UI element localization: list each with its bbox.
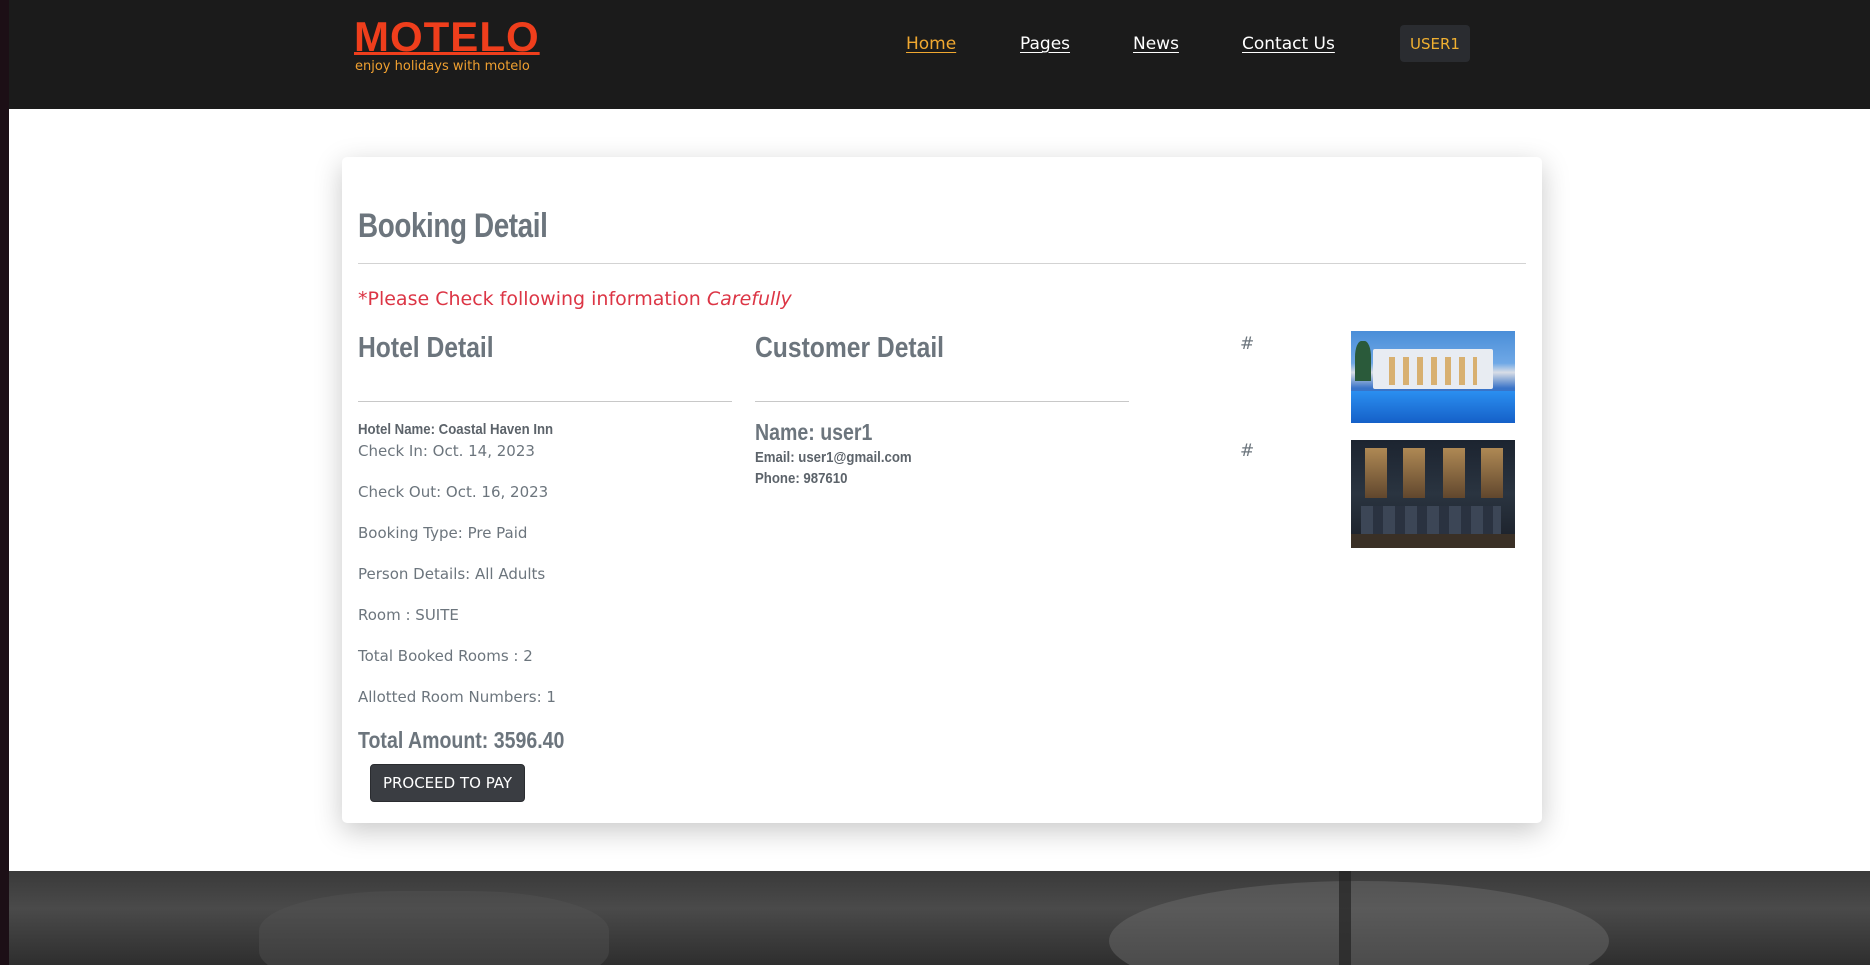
image-shape	[1389, 357, 1477, 385]
total-booked-rooms: Total Booked Rooms : 2	[358, 647, 533, 665]
site-header: MOTELO enjoy holidays with motelo Home P…	[9, 0, 1870, 109]
hotel-detail-divider	[358, 401, 732, 402]
customer-name: Name: user1	[755, 419, 873, 445]
image-shape	[1443, 448, 1465, 498]
check-out: Check Out: Oct. 16, 2023	[358, 483, 549, 501]
left-edge-strip	[0, 0, 9, 965]
booking-detail-card: Booking Detail *Please Check following i…	[342, 157, 1542, 823]
notice-text: *Please Check following information	[358, 288, 701, 310]
image-shape	[1351, 391, 1515, 423]
footer-background-image	[9, 871, 1870, 965]
customer-detail-divider	[755, 401, 1129, 402]
footer-image-shape	[259, 891, 609, 965]
image-shape	[1355, 341, 1371, 381]
customer-email: Email: user1@gmail.com	[755, 449, 912, 466]
allotted-room-numbers: Allotted Room Numbers: 1	[358, 688, 556, 706]
title-divider	[358, 263, 1526, 264]
total-amount: Total Amount: 3596.40	[358, 727, 565, 753]
footer-image-shape	[1339, 871, 1351, 965]
nav-pages[interactable]: Pages	[1020, 34, 1070, 54]
restaurant-interior-image	[1351, 440, 1515, 548]
image-shape	[1403, 448, 1425, 498]
page-title: Booking Detail	[358, 207, 548, 245]
nav-contact-us[interactable]: Contact Us	[1242, 34, 1335, 54]
logo-brand: MOTELO	[354, 13, 540, 60]
logo-tagline: enjoy holidays with motelo	[355, 59, 530, 74]
image-shape	[1351, 534, 1515, 548]
image-link[interactable]: #	[1240, 441, 1254, 461]
footer-image-shape	[1109, 881, 1609, 965]
check-notice: *Please Check following information Care…	[358, 288, 792, 310]
booking-type: Booking Type: Pre Paid	[358, 524, 528, 542]
check-in: Check In: Oct. 14, 2023	[358, 442, 535, 460]
room-type: Room : SUITE	[358, 606, 459, 624]
nav-news[interactable]: News	[1133, 34, 1179, 54]
logo[interactable]: MOTELO enjoy holidays with motelo	[354, 13, 540, 75]
person-details: Person Details: All Adults	[358, 565, 546, 583]
nav-home[interactable]: Home	[906, 34, 956, 54]
image-link[interactable]: #	[1240, 334, 1254, 354]
hotel-detail-heading: Hotel Detail	[358, 332, 494, 364]
image-shape	[1365, 448, 1387, 498]
proceed-to-pay-button[interactable]: PROCEED TO PAY	[370, 764, 525, 802]
user-menu-button[interactable]: USER1	[1400, 25, 1470, 62]
hotel-exterior-image	[1351, 331, 1515, 423]
image-shape	[1481, 448, 1503, 498]
customer-detail-heading: Customer Detail	[755, 332, 945, 364]
customer-phone: Phone: 987610	[755, 470, 848, 487]
notice-emphasis: Carefully	[706, 288, 792, 310]
hotel-name: Hotel Name: Coastal Haven Inn	[358, 421, 554, 438]
